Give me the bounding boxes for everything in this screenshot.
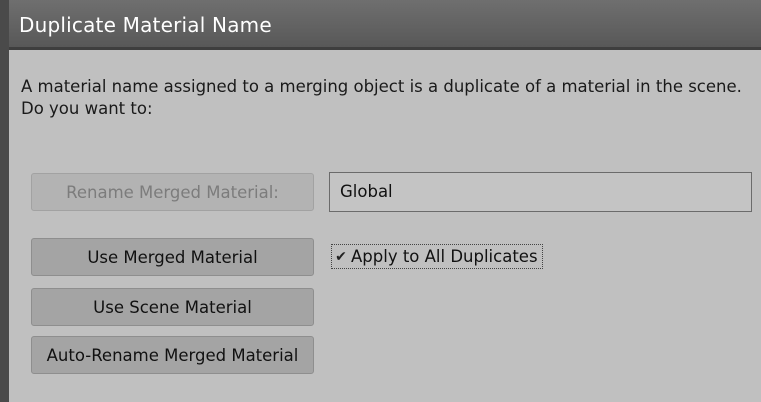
duplicate-material-dialog: Duplicate Material Name A material name … [0, 0, 761, 402]
checkmark-icon: ✔ [335, 248, 347, 265]
dialog-title: Duplicate Material Name [19, 13, 272, 37]
message-line-1: A material name assigned to a merging ob… [21, 77, 742, 96]
message-line-2: Do you want to: [21, 99, 153, 118]
use-merged-material-button[interactable]: Use Merged Material [31, 238, 314, 276]
title-bar[interactable]: Duplicate Material Name [9, 0, 761, 50]
apply-to-all-checkbox[interactable]: ✔ Apply to All Duplicates [331, 244, 543, 269]
use-scene-material-button[interactable]: Use Scene Material [31, 288, 314, 326]
rename-material-input[interactable]: Global [329, 172, 752, 212]
apply-to-all-label: Apply to All Duplicates [351, 247, 538, 266]
auto-rename-merged-material-button[interactable]: Auto-Rename Merged Material [31, 336, 314, 374]
dialog-message: A material name assigned to a merging ob… [21, 76, 761, 120]
rename-merged-material-button[interactable]: Rename Merged Material: [31, 173, 314, 211]
